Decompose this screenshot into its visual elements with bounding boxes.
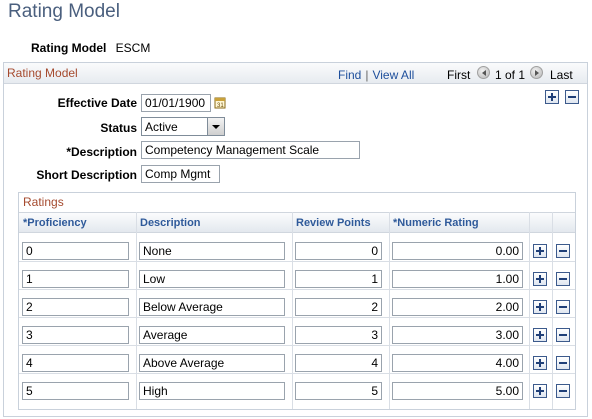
find-viewall-nav: Find | View All	[338, 68, 415, 82]
view-all-link[interactable]: View All	[372, 68, 414, 82]
row-divider	[19, 289, 575, 290]
chevron-down-icon	[207, 118, 224, 135]
rating-model-summary: Rating Model ESCM	[31, 41, 150, 55]
row-divider	[19, 317, 575, 318]
ratings-grid: Ratings *Proficiency Description Review …	[18, 192, 576, 410]
proficiency-field[interactable]: 3	[22, 326, 129, 344]
add-row-button[interactable]	[545, 90, 559, 104]
ratings-header-row: *Proficiency Description Review Points *…	[19, 212, 575, 233]
proficiency-field[interactable]: 4	[22, 354, 129, 372]
col-numeric-rating: *Numeric Rating	[393, 217, 479, 229]
delete-row-button[interactable]	[556, 328, 570, 342]
effective-date-label: Effective Date	[57, 96, 137, 110]
delete-row-button[interactable]	[556, 244, 570, 258]
section-header: Rating Model Find | View All First 1 of 1 …	[4, 63, 587, 84]
find-link[interactable]: Find	[338, 68, 361, 82]
numeric-rating-field[interactable]: 4.00	[392, 354, 523, 372]
add-row-button[interactable]	[533, 384, 547, 398]
add-row-button[interactable]	[533, 272, 547, 286]
right-arrow-icon[interactable]	[530, 66, 543, 79]
add-row-button[interactable]	[533, 300, 547, 314]
col-divider	[529, 212, 530, 409]
short-description-label: Short Description	[36, 168, 137, 182]
delete-row-button[interactable]	[556, 300, 570, 314]
section-title: Rating Model	[7, 66, 78, 80]
description-cell-field[interactable]: None	[139, 242, 285, 260]
description-cell-field[interactable]: High	[139, 382, 285, 400]
rating-model-label: Rating Model	[31, 41, 107, 55]
proficiency-field[interactable]: 1	[22, 270, 129, 288]
row-divider	[19, 373, 575, 374]
numeric-rating-field[interactable]: 2.00	[392, 298, 523, 316]
delete-row-button[interactable]	[565, 90, 579, 104]
numeric-rating-field[interactable]: 3.00	[392, 326, 523, 344]
short-description-field[interactable]: Comp Mgmt	[141, 165, 220, 183]
svg-text:31: 31	[217, 103, 224, 109]
rating-model-value: ESCM	[115, 41, 151, 55]
col-divider	[389, 212, 390, 409]
proficiency-field[interactable]: 0	[22, 242, 129, 260]
review-points-field[interactable]: 1	[295, 270, 382, 288]
add-row-button[interactable]	[533, 328, 547, 342]
review-points-field[interactable]: 3	[295, 326, 382, 344]
description-field[interactable]: Competency Management Scale	[141, 141, 360, 159]
col-review-points: Review Points	[296, 217, 371, 229]
numeric-rating-field[interactable]: 5.00	[392, 382, 523, 400]
description-cell-field[interactable]: Low	[139, 270, 285, 288]
last-label[interactable]: Last	[550, 68, 573, 82]
review-points-field[interactable]: 4	[295, 354, 382, 372]
status-label: Status	[100, 121, 137, 135]
page-title: Rating Model	[8, 1, 120, 22]
review-points-field[interactable]: 5	[295, 382, 382, 400]
proficiency-field[interactable]: 5	[22, 382, 129, 400]
delete-row-button[interactable]	[556, 356, 570, 370]
ratings-title: Ratings	[23, 195, 64, 209]
proficiency-field[interactable]: 2	[22, 298, 129, 316]
description-cell-field[interactable]: Below Average	[139, 298, 285, 316]
col-divider	[292, 212, 293, 409]
review-points-field[interactable]: 2	[295, 298, 382, 316]
description-cell-field[interactable]: Above Average	[139, 354, 285, 372]
add-row-button[interactable]	[533, 244, 547, 258]
description-label: *Description	[66, 145, 137, 159]
review-points-field[interactable]: 0	[295, 242, 382, 260]
status-select[interactable]: Active	[141, 117, 225, 136]
left-arrow-icon[interactable]	[477, 66, 490, 79]
col-divider	[136, 212, 137, 409]
col-proficiency: *Proficiency	[23, 217, 87, 229]
status-value: Active	[145, 120, 178, 134]
delete-row-button[interactable]	[556, 384, 570, 398]
delete-row-button[interactable]	[556, 272, 570, 286]
col-description: Description	[140, 217, 201, 229]
calendar-icon[interactable]: 31	[214, 96, 227, 109]
col-divider	[552, 212, 553, 409]
effective-date-field[interactable]: 01/01/1900	[141, 94, 211, 112]
row-divider	[19, 261, 575, 262]
first-label[interactable]: First	[447, 68, 470, 82]
numeric-rating-field[interactable]: 0.00	[392, 242, 523, 260]
page-range: 1 of 1	[495, 68, 526, 82]
description-cell-field[interactable]: Average	[139, 326, 285, 344]
row-divider	[19, 345, 575, 346]
numeric-rating-field[interactable]: 1.00	[392, 270, 523, 288]
add-row-button[interactable]	[533, 356, 547, 370]
